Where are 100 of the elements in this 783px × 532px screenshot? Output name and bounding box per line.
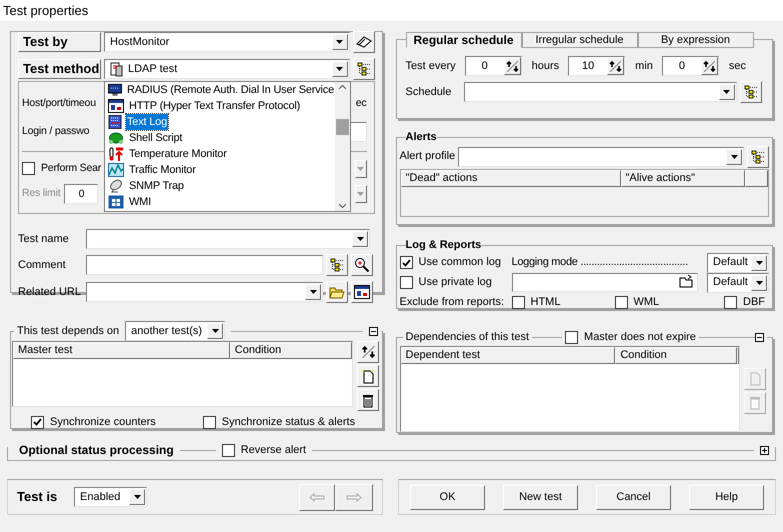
number-field[interactable]: 10 [568, 56, 626, 76]
chart-icon [108, 163, 124, 177]
scroll-thumb[interactable] [336, 119, 349, 135]
spin-button[interactable] [607, 57, 624, 75]
dropdown-button[interactable] [352, 231, 368, 247]
list-item[interactable]: HTTP (Hyper Text Transfer Protocol) [128, 98, 302, 114]
private-mode-dropdown[interactable]: Default [707, 272, 769, 292]
checkbox[interactable] [400, 256, 412, 269]
previous-button[interactable] [299, 484, 335, 510]
sort-button[interactable] [357, 341, 379, 363]
checkbox[interactable] [400, 276, 412, 289]
dialog-button[interactable]: New test [503, 484, 578, 510]
new-button[interactable] [357, 365, 379, 387]
tree-button[interactable] [352, 58, 374, 80]
checkbox-label: DBF [743, 295, 765, 310]
number-field[interactable]: 0 [464, 56, 522, 76]
column-header[interactable]: Dependent test [400, 346, 616, 364]
collapse-icon[interactable] [754, 332, 764, 342]
book-button[interactable] [352, 31, 374, 53]
window-title: Test properties [3, 2, 88, 20]
tree-button[interactable] [747, 146, 769, 168]
collapse-icon[interactable] [369, 326, 378, 336]
checkbox[interactable] [222, 444, 235, 456]
dropdown-button[interactable] [751, 274, 767, 290]
checkbox[interactable] [614, 296, 628, 309]
checkbox[interactable] [31, 416, 44, 429]
checkbox[interactable] [512, 296, 524, 309]
list-item[interactable]: SNMP Trap [128, 178, 185, 194]
report-button[interactable] [351, 281, 373, 303]
list-item[interactable]: Traffic Monitor [128, 162, 197, 178]
depends-mode-dropdown[interactable]: another test(s) [125, 321, 226, 341]
field-label: Exclude from reports: [400, 295, 506, 310]
column-header[interactable]: "Dead" actions [400, 170, 620, 186]
checkbox[interactable] [724, 296, 737, 309]
res-limit-field[interactable]: 0 [64, 184, 98, 204]
field-label: Test by [18, 32, 101, 52]
column-header[interactable]: Master test [13, 342, 230, 359]
list-item[interactable]: Temperature Monitor [128, 146, 228, 162]
logging-mode-label: Logging mode ....................................... [512, 255, 689, 270]
next-button[interactable] [335, 484, 373, 510]
dropdown-button[interactable] [129, 489, 145, 505]
list-item[interactable]: RADIUS (Remote Auth. Dial In User Service [126, 82, 335, 98]
column-header[interactable]: Condition [615, 346, 736, 364]
dropdown-button[interactable] [305, 284, 321, 300]
scrollbar[interactable] [335, 82, 350, 211]
unit-label: sec [728, 58, 746, 74]
dialog-button[interactable]: Cancel [596, 484, 671, 510]
tree-button[interactable] [326, 254, 348, 276]
dialog-button[interactable]: OK [410, 484, 485, 510]
test-method-dropdown[interactable]: LDAP test [104, 59, 350, 79]
tree-button[interactable] [740, 81, 762, 103]
status-dropdown[interactable]: Enabled [74, 487, 147, 507]
delete-button[interactable] [357, 389, 379, 411]
log-file-field[interactable] [512, 273, 698, 292]
caret-icon [730, 154, 738, 158]
checkbox[interactable] [202, 416, 216, 429]
dropdown-button[interactable] [207, 323, 224, 339]
open-folder-icon [678, 274, 694, 288]
list-item[interactable]: WMI [128, 194, 152, 210]
column-header[interactable]: Condition [230, 342, 352, 359]
comment-field[interactable] [86, 255, 323, 275]
list-item[interactable]: Shell Script [128, 130, 184, 146]
dropdown-button[interactable] [726, 148, 742, 164]
test-by-dropdown[interactable]: HostMonitor [104, 32, 350, 52]
expand-icon[interactable] [760, 446, 769, 454]
tab[interactable]: By expression [638, 32, 754, 48]
tab[interactable]: Irregular schedule [522, 32, 638, 48]
list-item[interactable]: Text Log [126, 114, 168, 130]
spin-button[interactable] [700, 57, 718, 75]
book-icon [356, 36, 372, 48]
dropdown-button[interactable] [332, 34, 348, 50]
logging-mode-dropdown[interactable]: Default [707, 252, 769, 272]
tree-icon [356, 62, 370, 76]
checkbox[interactable] [565, 330, 578, 344]
satellite-dish-icon [108, 179, 124, 193]
dropdown-button[interactable] [332, 61, 348, 77]
section-title: Optional status processing [19, 442, 174, 459]
zoom-button[interactable] [351, 254, 373, 276]
alert-profile-dropdown[interactable] [458, 146, 744, 166]
checkbox-label: Synchronize status & alerts [222, 415, 356, 430]
field-label: Comment [18, 258, 67, 273]
test-name-dropdown[interactable] [86, 229, 370, 249]
open-folder-button[interactable] [326, 281, 348, 303]
caret-icon [212, 329, 219, 333]
window-icon [354, 285, 370, 299]
up-down-arrows-icon [609, 60, 622, 72]
column-header[interactable]: "Alive actions" [620, 170, 744, 186]
schedule-dropdown[interactable] [464, 82, 736, 102]
right-arrow-icon [346, 492, 362, 502]
dropdown-button[interactable] [718, 84, 734, 100]
spin-button[interactable] [504, 57, 521, 75]
dropdown-button[interactable] [751, 254, 767, 270]
dialog-button[interactable]: Help [689, 484, 764, 510]
login-label: Login / passwo [22, 124, 90, 139]
checkbox[interactable] [22, 162, 35, 176]
related-url-dropdown[interactable] [86, 282, 323, 302]
host-label: Host/port/timeou [22, 96, 96, 111]
server-icon [110, 62, 124, 76]
number-field[interactable]: 0 [662, 56, 719, 76]
tab[interactable]: Regular schedule [406, 32, 522, 48]
